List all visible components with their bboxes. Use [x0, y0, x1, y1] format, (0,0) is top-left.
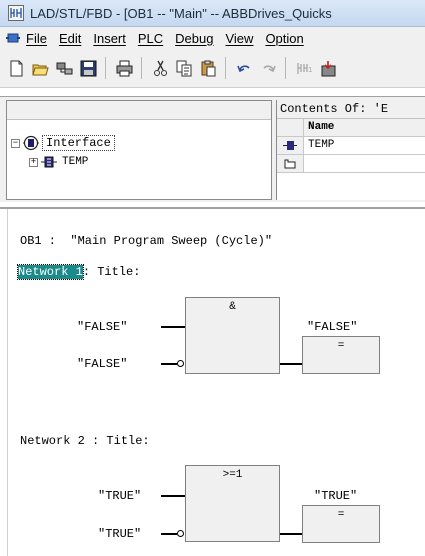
- table-row[interactable]: TEMP: [277, 137, 425, 155]
- interface-icon: [23, 135, 39, 151]
- window-title: LAD/STL/FBD - [OB1 -- "Main" -- ABBDrive…: [30, 5, 332, 21]
- table-row[interactable]: [277, 155, 425, 173]
- output-wire: [280, 363, 302, 365]
- input-2-wire: [161, 533, 177, 535]
- assign-box[interactable]: =: [302, 505, 380, 543]
- network-2-input-1[interactable]: "TRUE": [98, 489, 141, 503]
- contents-name-cell[interactable]: [304, 155, 425, 172]
- assign-box[interactable]: =: [302, 336, 380, 374]
- network-1-input-1[interactable]: "FALSE": [77, 320, 127, 334]
- network-1-heading[interactable]: Network 1: Title:: [17, 264, 141, 280]
- download-button[interactable]: [318, 58, 338, 78]
- tree-item-interface[interactable]: − Interface: [11, 135, 115, 151]
- negation-circle: [177, 530, 184, 537]
- monitor-button[interactable]: 1: [294, 58, 314, 78]
- editor-margin-line: [7, 209, 8, 556]
- interface-tree-pane: − Interface + TEMP: [6, 100, 272, 200]
- input-1-wire: [161, 326, 185, 328]
- collapse-icon[interactable]: −: [11, 138, 20, 148]
- download-icon: [321, 60, 335, 76]
- column-name-header[interactable]: Name: [304, 119, 425, 136]
- menu-insert[interactable]: Insert: [93, 31, 126, 46]
- open-icon: [31, 64, 49, 75]
- network-1-input-2[interactable]: "FALSE": [77, 357, 127, 371]
- redo-button[interactable]: [258, 58, 278, 78]
- temp-variable-icon: [283, 141, 297, 150]
- document-menu-icon[interactable]: [6, 32, 20, 44]
- redo-icon: [262, 64, 276, 72]
- output-wire: [280, 533, 302, 535]
- network-1-output[interactable]: "FALSE": [307, 320, 357, 334]
- lad-stl-fbd-app-icon: [8, 5, 24, 21]
- undo-button[interactable]: [234, 58, 254, 78]
- temp-label: TEMP: [62, 156, 89, 168]
- open-button[interactable]: [30, 58, 50, 78]
- network-2-label[interactable]: Network 2: [20, 434, 92, 448]
- and-operator-label: &: [229, 301, 236, 313]
- row-header-cell: [277, 119, 304, 136]
- print-icon: [116, 60, 132, 76]
- network-2-input-2[interactable]: "TRUE": [98, 527, 141, 541]
- input-2-wire: [161, 363, 177, 365]
- negation-circle: [177, 360, 184, 367]
- contents-column-header-row: Name: [277, 119, 425, 137]
- toolbar: 1: [0, 49, 425, 88]
- menu-debug[interactable]: Debug: [175, 31, 213, 46]
- print-button[interactable]: [114, 58, 134, 78]
- tree-item-temp[interactable]: + TEMP: [29, 156, 88, 168]
- contents-pane: Contents Of: 'E Name TEMP: [276, 100, 425, 200]
- svg-text:1: 1: [308, 66, 312, 74]
- cut-button[interactable]: [150, 58, 170, 78]
- toolbar-separator: [105, 57, 106, 79]
- new-row-icon: [284, 159, 296, 168]
- assign-operator-label: =: [337, 340, 345, 352]
- input-1-wire: [161, 495, 185, 497]
- new-icon: [10, 60, 22, 76]
- block-header: OB1 : "Main Program Sweep (Cycle)": [20, 234, 273, 248]
- copy-button[interactable]: [174, 58, 194, 78]
- menu-edit[interactable]: Edit: [59, 31, 81, 46]
- paste-icon: [201, 60, 215, 76]
- row-header-cell: [277, 155, 304, 172]
- network-2-title: : Title:: [92, 434, 150, 448]
- monitor-icon: 1: [296, 62, 312, 74]
- fbd-editor[interactable]: OB1 : "Main Program Sweep (Cycle)" Netwo…: [0, 207, 425, 556]
- toolbar-separator: [225, 57, 226, 79]
- paste-button[interactable]: [198, 58, 218, 78]
- title-bar: LAD/STL/FBD - [OB1 -- "Main" -- ABBDrive…: [0, 0, 425, 27]
- cut-icon: [153, 60, 167, 76]
- expand-icon[interactable]: +: [29, 157, 38, 167]
- menu-view[interactable]: View: [225, 31, 253, 46]
- assign-operator-label: =: [337, 509, 345, 521]
- temp-variable-icon: [41, 156, 57, 168]
- accessible-nodes-button[interactable]: [54, 58, 74, 78]
- tree-pane-header: [7, 101, 271, 120]
- contents-header: Contents Of: 'E: [277, 100, 425, 119]
- row-header-cell: [277, 137, 304, 154]
- menu-options[interactable]: Option: [265, 31, 303, 46]
- or-box[interactable]: >=1: [185, 465, 280, 542]
- undo-icon: [236, 64, 250, 72]
- accessible-nodes-icon: [56, 62, 72, 74]
- and-box[interactable]: &: [185, 297, 280, 374]
- toolbar-separator: [141, 57, 142, 79]
- network-2-heading[interactable]: Network 2 : Title:: [20, 434, 150, 448]
- declaration-area: − Interface + TEMP Contents Of: 'E Name: [0, 96, 425, 202]
- save-button[interactable]: [78, 58, 98, 78]
- interface-label: Interface: [42, 135, 115, 151]
- or-operator-label: >=1: [222, 469, 243, 481]
- network-1-label[interactable]: Network 1: [17, 264, 84, 280]
- contents-name-cell[interactable]: TEMP: [304, 137, 425, 154]
- network-2-output[interactable]: "TRUE": [314, 489, 357, 503]
- menu-file[interactable]: File: [26, 31, 47, 46]
- new-button[interactable]: [6, 58, 26, 78]
- network-1-title: : Title:: [82, 265, 141, 279]
- save-icon: [80, 60, 96, 76]
- copy-icon: [176, 60, 191, 76]
- menu-plc[interactable]: PLC: [138, 31, 163, 46]
- menu-bar: File Edit Insert PLC Debug View Option: [0, 27, 425, 49]
- toolbar-separator: [285, 57, 286, 79]
